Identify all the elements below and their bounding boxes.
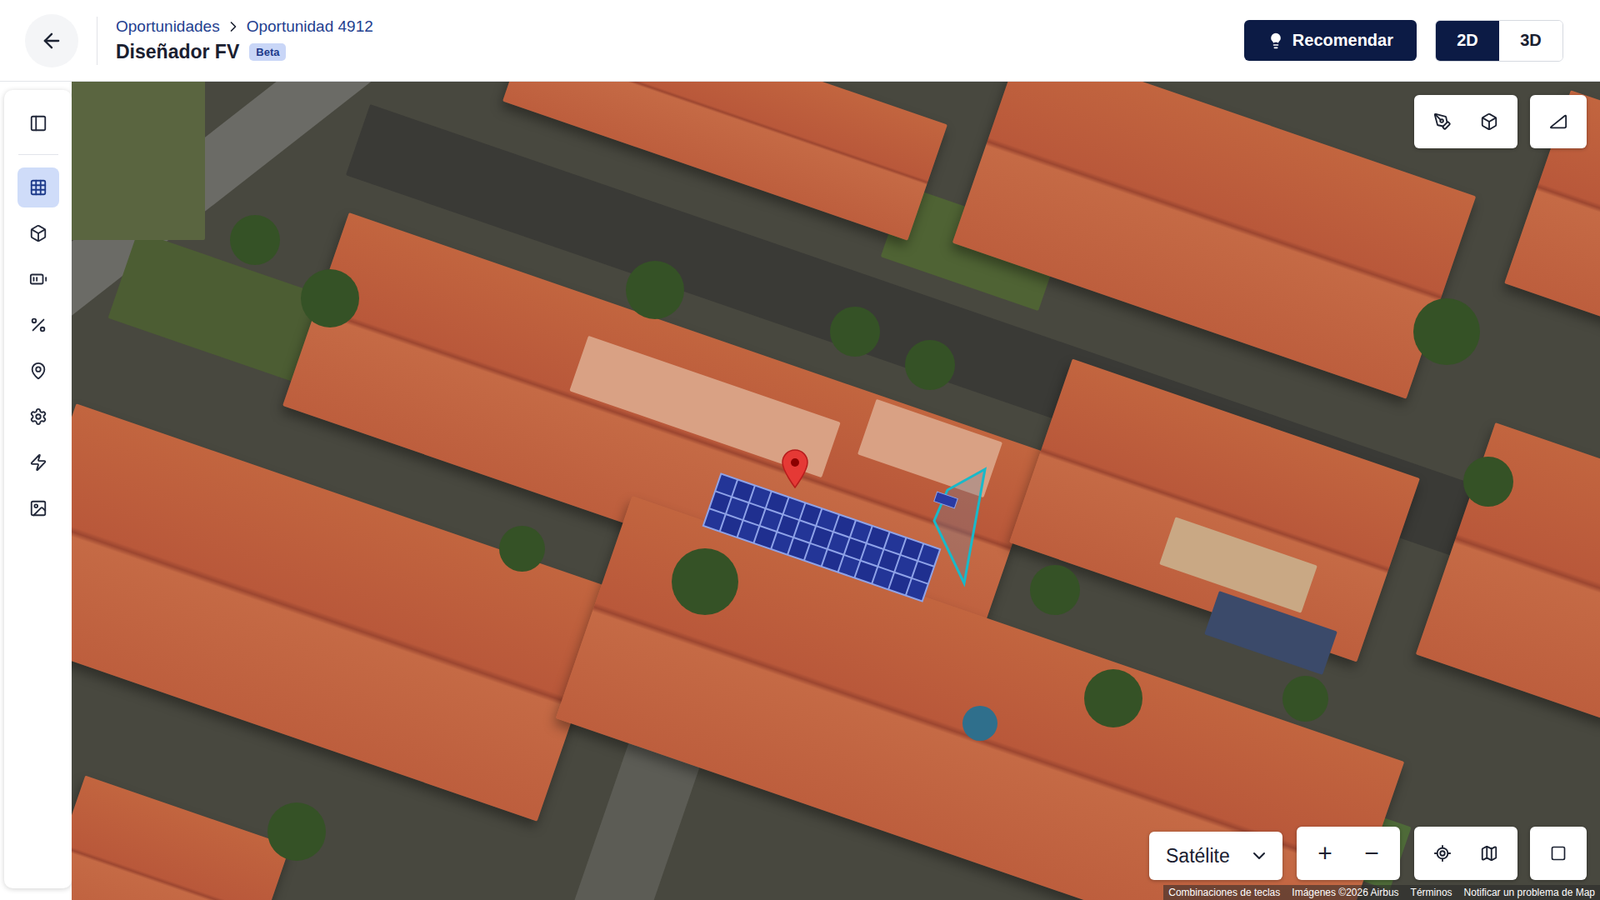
panel-left-icon: [29, 114, 48, 133]
title-block: Oportunidades Oportunidad 4912 Diseñador F…: [115, 17, 1226, 64]
breadcrumb-link[interactable]: Oportunidad 4912: [246, 17, 374, 36]
map-pinned-button[interactable]: [1465, 830, 1513, 877]
map-attribution: Combinaciones de teclas Imágenes ©2026 Ai…: [1163, 885, 1600, 900]
view-toggle-button[interactable]: 3D: [1499, 20, 1563, 61]
beta-badge: Beta: [249, 43, 286, 61]
breadcrumb-link[interactable]: Oportunidades: [115, 17, 220, 36]
sidebar-item[interactable]: [17, 396, 60, 437]
tree: [230, 215, 280, 265]
sidebar-item-icon: [29, 178, 48, 197]
sidebar-item[interactable]: [17, 213, 60, 254]
sidebar: [4, 90, 72, 889]
tree: [267, 802, 326, 861]
draw-tools: [1414, 95, 1518, 149]
sidebar-item-icon: [29, 315, 48, 335]
sidebar-item-icon: [29, 407, 48, 426]
zoom-controls: +−: [1296, 826, 1400, 880]
sidebar-item-icon: [29, 499, 48, 518]
attribution-link[interactable]: Notificar un problema de Map: [1464, 886, 1595, 899]
breadcrumbs: Oportunidades Oportunidad 4912: [115, 17, 1226, 36]
attribution-link[interactable]: Imágenes ©2026 Airbus: [1291, 886, 1399, 899]
pv-designer-page: Oportunidades Oportunidad 4912 Diseñador F…: [0, 0, 1600, 900]
chevron-right-icon: [225, 18, 242, 35]
sidebar-separator: [18, 154, 59, 155]
recommend-button[interactable]: Recomendar: [1244, 20, 1417, 61]
view-toggle: 2D3D: [1435, 20, 1564, 62]
sidebar-item-icon: [29, 453, 48, 472]
location-pin: [780, 448, 810, 489]
tree: [1463, 456, 1514, 507]
sidebar-item[interactable]: [17, 305, 60, 345]
sidebar-item-icon: [29, 224, 48, 243]
back-button[interactable]: [25, 14, 79, 68]
draw-button[interactable]: [1419, 98, 1466, 145]
ruler-icon: [1549, 112, 1568, 131]
cube-icon: [1480, 112, 1499, 131]
roof-outline-layer: [71, 81, 1600, 900]
sidebar-wrap: [0, 81, 72, 900]
chevron-down-icon: [1249, 845, 1270, 866]
roof: [71, 775, 290, 900]
tree: [1282, 675, 1329, 722]
map-pin-icon: [780, 448, 810, 489]
tree: [905, 340, 955, 390]
page-title: Diseñador FV: [115, 40, 240, 64]
lawn: [71, 81, 205, 240]
sidebar-item-icon: [29, 270, 48, 289]
square-icon: [1550, 845, 1567, 862]
sidebar-item[interactable]: [17, 167, 60, 208]
header-divider: [96, 16, 98, 65]
tree: [300, 269, 360, 328]
sidebar-item[interactable]: [17, 350, 60, 391]
tree: [625, 260, 685, 320]
tree: [499, 525, 545, 572]
sidebar-item-icon: [29, 361, 48, 380]
fullscreen-button[interactable]: [1535, 830, 1582, 877]
pen-icon: [1433, 112, 1452, 131]
sidebar-toggle[interactable]: [17, 103, 60, 144]
body: Satélite +− Combinaciones de teclas Imágene…: [0, 81, 1600, 900]
arrow-left-icon: [40, 29, 64, 53]
tree: [671, 548, 739, 615]
header: Oportunidades Oportunidad 4912 Diseñador F…: [0, 0, 1600, 82]
measure-tools: [1530, 95, 1587, 149]
obstacle-button[interactable]: [1465, 98, 1513, 145]
sidebar-item[interactable]: [17, 488, 60, 529]
zoom-out-button[interactable]: −: [1348, 830, 1395, 877]
sidebar-item[interactable]: [17, 259, 60, 300]
tree: [1413, 298, 1480, 365]
tree: [830, 306, 880, 357]
lightbulb-icon: [1267, 32, 1285, 50]
location-controls: [1414, 826, 1518, 880]
tree: [1030, 565, 1080, 615]
pool: [962, 705, 998, 741]
extra-controls: [1530, 826, 1587, 880]
title-row: Diseñador FV Beta: [115, 40, 1226, 64]
view-toggle-button[interactable]: 2D: [1435, 20, 1500, 61]
locate-button[interactable]: [1419, 830, 1466, 877]
map-icon: [1480, 844, 1499, 863]
sidebar-item[interactable]: [17, 442, 60, 483]
measure-button[interactable]: [1535, 98, 1582, 145]
locate-icon: [1433, 844, 1452, 863]
zoom-in-button[interactable]: +: [1301, 830, 1349, 877]
satellite-map[interactable]: Satélite +− Combinaciones de teclas Imágene…: [71, 81, 1600, 900]
map-type-select[interactable]: Satélite: [1149, 831, 1283, 880]
roof-outline[interactable]: [934, 469, 985, 584]
solar-panel[interactable]: [906, 579, 928, 600]
attribution-link[interactable]: Términos: [1410, 886, 1453, 899]
tree: [1084, 669, 1143, 728]
selected-panel[interactable]: [934, 491, 958, 509]
attribution-link[interactable]: Combinaciones de teclas: [1168, 886, 1280, 899]
